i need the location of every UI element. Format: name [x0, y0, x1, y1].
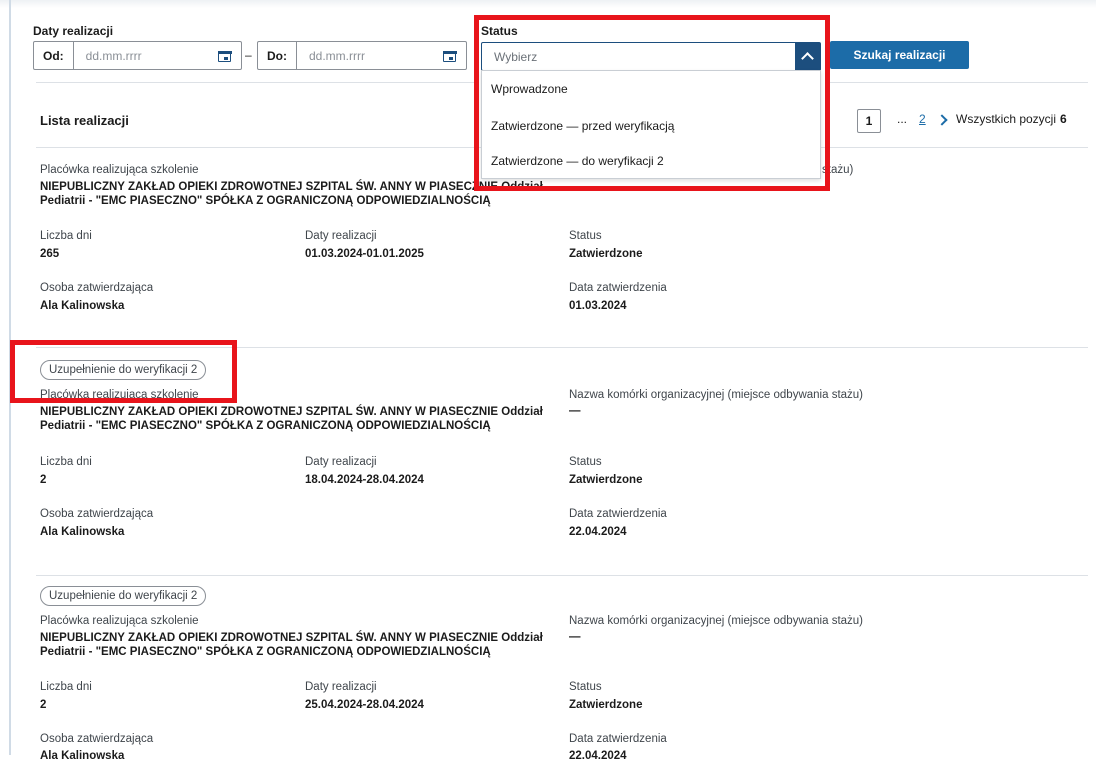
total-label: Wszystkich pozycji	[956, 112, 1057, 126]
dates-label: Daty realizacji	[305, 456, 377, 468]
dates-value: 25.04.2024-28.04.2024	[305, 699, 424, 711]
approver-value: Ala Kalinowska	[40, 526, 125, 538]
approver-value: Ala Kalinowska	[40, 750, 125, 762]
divider	[830, 82, 1088, 83]
approval-date-label: Data zatwierdzenia	[569, 508, 667, 520]
status-badge: Uzupełnienie do weryfikacji 2	[40, 586, 207, 606]
date-from-placeholder: dd.mm.rrrr	[85, 48, 142, 63]
days-label: Liczba dni	[40, 456, 92, 468]
approval-date-value: 22.04.2024	[569, 750, 627, 762]
calendar-icon[interactable]	[443, 49, 457, 62]
dates-filter-label: Daty realizacji	[33, 24, 114, 38]
days-value: 2	[40, 699, 47, 711]
list-title: Lista realizacji	[40, 113, 129, 128]
approver-label: Osoba zatwierdzająca	[40, 282, 154, 294]
unit-label: Nazwa komórki organizacyjnej (miejsce od…	[569, 389, 864, 401]
approval-date-label: Data zatwierdzenia	[569, 282, 667, 294]
facility-label: Placówka realizująca szkolenie	[40, 615, 199, 627]
unit-value: —	[569, 631, 581, 643]
facility-label: Placówka realizująca szkolenie	[40, 164, 199, 176]
total-count: 6	[1060, 112, 1067, 126]
days-value: 265	[40, 248, 60, 260]
pagination-page-2[interactable]: 2	[919, 112, 926, 126]
facility-line-2: Pediatrii - "EMC PIASECZNO" SPÓŁKA Z OGR…	[40, 420, 491, 432]
dates-value: 18.04.2024-28.04.2024	[305, 474, 424, 486]
divider	[36, 82, 476, 83]
search-realizations-button[interactable]: Szukaj realizacji	[830, 41, 969, 69]
status-label: Status	[569, 681, 602, 693]
date-to-field[interactable]: Do: dd.mm.rrrr	[257, 41, 467, 70]
approver-label: Osoba zatwierdzająca	[40, 733, 154, 745]
dates-label: Daty realizacji	[305, 230, 377, 242]
dates-label: Daty realizacji	[305, 681, 377, 693]
pagination-page-1[interactable]: 1	[857, 109, 881, 133]
status-value: Zatwierdzone	[569, 474, 643, 486]
days-label: Liczba dni	[40, 681, 92, 693]
facility-value: NIEPUBLICZNY ZAKŁAD OPIEKI ZDROWOTNEJ SZ…	[40, 631, 560, 659]
date-to-placeholder: dd.mm.rrrr	[309, 48, 365, 63]
unit-value: —	[569, 405, 581, 417]
status-value: Zatwierdzone	[569, 248, 643, 260]
dates-value: 01.03.2024-01.01.2025	[305, 248, 424, 260]
unit-label: Nazwa komórki organizacyjnej (miejsce od…	[569, 615, 864, 627]
status-label: Status	[569, 230, 602, 242]
facility-line-1: NIEPUBLICZNY ZAKŁAD OPIEKI ZDROWOTNEJ SZ…	[40, 406, 543, 418]
top-shadow	[0, 0, 1096, 8]
facility-line-2: Pediatrii - "EMC PIASECZNO" SPÓŁKA Z OGR…	[40, 195, 491, 207]
approver-value: Ala Kalinowska	[40, 300, 125, 312]
date-to-prefix: Do:	[258, 42, 297, 69]
approval-date-value: 22.04.2024	[569, 526, 627, 538]
calendar-icon[interactable]	[218, 49, 232, 62]
pagination-total: Wszystkich pozycji 6	[956, 112, 1067, 126]
approval-date-label: Data zatwierdzenia	[569, 733, 667, 745]
date-from-prefix: Od:	[34, 42, 74, 69]
approver-label: Osoba zatwierdzająca	[40, 508, 154, 520]
days-label: Liczba dni	[40, 230, 92, 242]
days-value: 2	[40, 474, 47, 486]
facility-line-1: NIEPUBLICZNY ZAKŁAD OPIEKI ZDROWOTNEJ SZ…	[40, 632, 543, 644]
highlight-box-status-dropdown	[474, 15, 830, 191]
status-value: Zatwierdzone	[569, 699, 643, 711]
approval-date-value: 01.03.2024	[569, 300, 627, 312]
date-separator: –	[245, 48, 252, 62]
pagination-ellipsis: ...	[897, 112, 908, 126]
facility-line-2: Pediatrii - "EMC PIASECZNO" SPÓŁKA Z OGR…	[40, 646, 491, 658]
chevron-right-icon[interactable]	[936, 114, 948, 126]
highlight-box-badge	[10, 340, 237, 403]
date-from-field[interactable]: Od: dd.mm.rrrr	[33, 41, 242, 70]
status-label: Status	[569, 456, 602, 468]
facility-value: NIEPUBLICZNY ZAKŁAD OPIEKI ZDROWOTNEJ SZ…	[40, 405, 560, 433]
divider	[36, 575, 1088, 576]
